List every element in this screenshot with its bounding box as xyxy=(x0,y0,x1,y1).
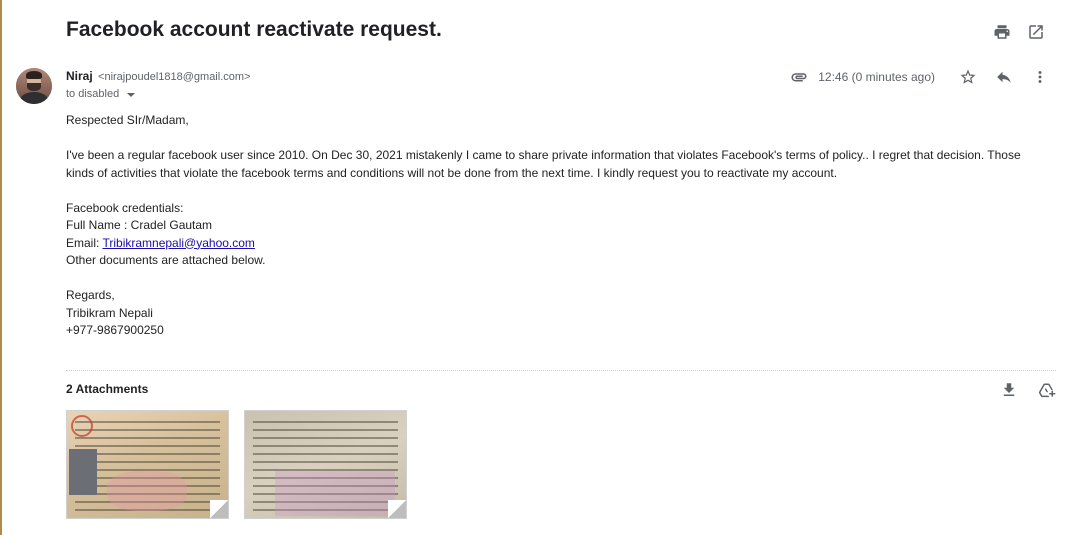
attachment-thumbnail-1[interactable] xyxy=(66,410,229,519)
email-address-link[interactable]: Tribikramnepali@yahoo.com xyxy=(102,236,254,250)
email-subject: Facebook account reactivate request. xyxy=(66,18,442,41)
chevron-down-icon xyxy=(127,93,136,97)
attachments-divider xyxy=(66,370,1056,371)
sender-email: <nirajpoudel1818@gmail.com> xyxy=(98,71,251,83)
add-to-drive-icon xyxy=(1038,383,1056,398)
more-options-button[interactable] xyxy=(1027,66,1053,88)
add-all-to-drive-button[interactable] xyxy=(1037,380,1057,400)
open-in-new-window-button[interactable] xyxy=(1026,22,1046,42)
email-label: Email: xyxy=(66,235,103,250)
download-all-button[interactable] xyxy=(999,380,1019,400)
email-body: Respected SIr/Madam, I've been a regular… xyxy=(66,112,1051,340)
email-line: Email: Tribikramnepali@yahoo.com xyxy=(66,235,1051,253)
reply-icon xyxy=(997,71,1011,83)
credentials-heading: Facebook credentials: xyxy=(66,200,184,215)
sender-name[interactable]: Niraj xyxy=(66,69,93,83)
documents-line: Other documents are attached below. xyxy=(66,253,266,267)
attachments-title: 2 Attachments xyxy=(66,382,149,396)
sender-avatar[interactable] xyxy=(16,68,52,104)
attachments-actions xyxy=(999,380,1057,400)
star-icon xyxy=(960,69,976,84)
regards: Regards, xyxy=(66,288,115,302)
open-in-new-icon xyxy=(1029,25,1043,39)
print-icon xyxy=(994,25,1010,39)
download-icon xyxy=(1003,383,1015,396)
more-vert-icon xyxy=(1038,71,1042,83)
body-paragraph: I've been a regular facebook user since … xyxy=(66,148,1021,180)
reply-button[interactable] xyxy=(991,66,1017,88)
stamp-mark xyxy=(71,415,93,437)
subject-actions xyxy=(992,22,1046,42)
message-meta: 12:46 (0 minutes ago) xyxy=(790,66,1053,88)
greeting: Respected SIr/Madam, xyxy=(66,113,189,127)
id-photo xyxy=(69,449,97,495)
to-label: to disabled xyxy=(66,88,120,100)
page-fold-icon xyxy=(388,500,406,518)
print-button[interactable] xyxy=(992,22,1012,42)
full-name-line: Full Name : Cradel Gautam xyxy=(66,218,213,232)
message-time: 12:46 (0 minutes ago) xyxy=(818,70,935,84)
window-edge xyxy=(0,0,2,535)
sender-line: Niraj <nirajpoudel1818@gmail.com> xyxy=(66,69,250,84)
attachment-thumbnail-2[interactable] xyxy=(244,410,407,519)
paperclip-icon xyxy=(790,68,808,86)
subject-row: Facebook account reactivate request. xyxy=(66,16,1046,46)
signature-name: Tribikram Nepali xyxy=(66,305,153,320)
signature-phone: +977-9867900250 xyxy=(66,323,164,337)
attachment-thumbnails xyxy=(66,410,407,519)
star-button[interactable] xyxy=(955,66,981,88)
page-fold-icon xyxy=(210,500,228,518)
recipient-details-toggle[interactable]: to disabled xyxy=(66,88,136,100)
